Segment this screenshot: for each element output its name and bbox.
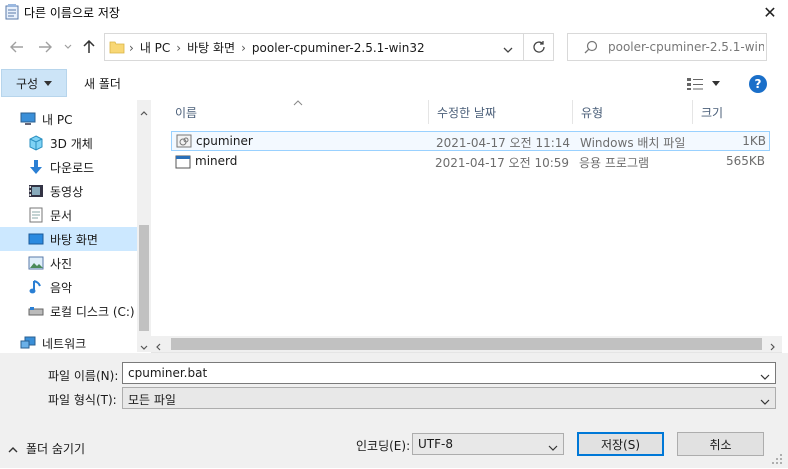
hide-folders-label: 폴더 숨기기 [26, 442, 86, 456]
network-icon [20, 335, 36, 351]
forward-arrow-icon[interactable] [36, 35, 54, 59]
breadcrumb-pc[interactable]: 내 PC [140, 39, 170, 56]
application-icon [175, 155, 191, 172]
cube-icon [28, 135, 44, 151]
sidebar-item-network[interactable]: 네트워크 [0, 331, 137, 355]
chevron-up-icon [8, 442, 18, 456]
column-header-name[interactable]: 이름 [167, 100, 429, 124]
encoding-label: 인코딩(E): [356, 439, 411, 453]
column-header-type[interactable]: 유형 [573, 100, 693, 124]
scrollbar-thumb[interactable] [171, 338, 762, 350]
sidebar-item-music[interactable]: 음악 [0, 275, 137, 299]
sidebar-item-label: 바탕 화면 [50, 232, 98, 247]
breadcrumb-separator: › [241, 40, 246, 55]
cancel-button[interactable]: 취소 [677, 432, 764, 456]
recent-dropdown-icon[interactable] [62, 35, 74, 59]
search-box[interactable]: pooler-cpuminer-2.5.1-win... [567, 33, 767, 61]
download-icon [28, 159, 44, 175]
sidebar-item-label: 동영상 [50, 184, 84, 199]
file-date: 2021-04-17 오전 11:14 [436, 136, 571, 150]
help-icon[interactable]: ? [749, 75, 767, 93]
refresh-icon[interactable] [524, 33, 554, 61]
desktop-icon [28, 231, 44, 247]
chevron-down-icon[interactable] [548, 441, 558, 455]
sidebar-item-3d-objects[interactable]: 3D 개체 [0, 131, 137, 155]
address-dropdown-icon[interactable] [503, 43, 513, 57]
new-folder-button[interactable]: 새 폴더 [84, 75, 121, 92]
file-type: 응용 프로그램 [579, 156, 650, 170]
sidebar-item-label: 다운로드 [50, 160, 95, 175]
sidebar-item-desktop[interactable]: 바탕 화면 [0, 227, 137, 251]
sidebar-scrollbar[interactable] [137, 100, 151, 352]
drive-icon [28, 303, 44, 319]
organize-label: 구성 [15, 76, 39, 91]
column-header-date[interactable]: 수정한 날짜 [429, 100, 573, 124]
file-list: 이름 수정한 날짜 유형 크기 cpuminer 2021-04-17 오전 1… [151, 100, 782, 352]
organize-button[interactable]: 구성 [1, 69, 67, 97]
sidebar-item-label: 네트워크 [42, 336, 87, 351]
close-icon[interactable]: ✕ [752, 0, 788, 24]
sidebar-item-downloads[interactable]: 다운로드 [0, 155, 137, 179]
chevron-down-icon [44, 76, 53, 90]
sidebar-item-label: 내 PC [42, 112, 73, 127]
notepad-icon [5, 4, 19, 20]
sidebar-item-pictures[interactable]: 사진 [0, 251, 137, 275]
chevron-down-icon[interactable] [760, 395, 770, 409]
breadcrumb-current-folder[interactable]: pooler-cpuminer-2.5.1-win32 [252, 41, 425, 55]
scrollbar-thumb[interactable] [139, 225, 149, 331]
batch-file-icon [176, 134, 192, 151]
breadcrumb-separator: › [176, 40, 182, 55]
filename-label: 파일 이름(N): [48, 369, 119, 383]
encoding-select[interactable]: UTF-8 [412, 433, 564, 455]
breadcrumb-desktop[interactable]: 바탕 화면 [187, 39, 235, 56]
table-row[interactable]: minerd 2021-04-17 오전 10:59 응용 프로그램 565KB [171, 152, 770, 172]
file-date: 2021-04-17 오전 10:59 [435, 156, 570, 170]
picture-icon [28, 255, 44, 271]
address-bar[interactable]: › 내 PC › 바탕 화면 › pooler-cpuminer-2.5.1-w… [104, 33, 524, 61]
filetype-label: 파일 형식(T): [48, 393, 117, 407]
sidebar-item-local-disk[interactable]: 로컬 디스크 (C:) [0, 299, 137, 323]
chevron-down-icon[interactable] [760, 370, 770, 384]
sidebar-item-label: 음악 [50, 280, 73, 295]
file-size: 1KB [742, 134, 766, 148]
view-options-icon[interactable] [686, 76, 722, 92]
video-icon [28, 183, 44, 199]
sidebar-item-label: 로컬 디스크 (C:) [50, 304, 135, 319]
folder-icon [109, 39, 125, 55]
title-bar: 다른 이름으로 저장 ✕ [0, 0, 788, 24]
up-arrow-icon[interactable] [80, 35, 98, 59]
sidebar-item-this-pc[interactable]: 내 PC [0, 107, 137, 131]
encoding-value: UTF-8 [418, 437, 453, 451]
horizontal-scrollbar[interactable] [151, 336, 782, 352]
music-icon [28, 279, 44, 295]
filetype-select[interactable]: 모든 파일 [122, 387, 776, 409]
pc-icon [20, 111, 36, 127]
breadcrumb-separator: › [129, 40, 134, 55]
sidebar-item-videos[interactable]: 동영상 [0, 179, 137, 203]
window-title: 다른 이름으로 저장 [24, 6, 120, 20]
back-arrow-icon[interactable] [8, 35, 26, 59]
table-row[interactable]: cpuminer 2021-04-17 오전 11:14 Windows 배치 … [171, 131, 770, 151]
filename-field[interactable]: cpuminer.bat [122, 362, 776, 384]
search-icon [584, 40, 598, 57]
column-header-size[interactable]: 크기 [693, 100, 773, 124]
filetype-value: 모든 파일 [128, 393, 176, 407]
sidebar-item-label: 3D 개체 [50, 136, 93, 151]
file-type: Windows 배치 파일 [580, 136, 686, 150]
hide-folders-toggle[interactable]: 폴더 숨기기 [8, 440, 85, 457]
scroll-down-icon[interactable] [140, 340, 148, 354]
navigation-pane: 내 PC 3D 개체 다운로드 동영상 문서 바탕 화면 사진 음악 로컬 디스… [0, 100, 137, 352]
sidebar-item-documents[interactable]: 문서 [0, 203, 137, 227]
scroll-up-icon[interactable] [140, 105, 148, 119]
save-button[interactable]: 저장(S) [577, 432, 664, 456]
search-input[interactable]: pooler-cpuminer-2.5.1-win... [608, 40, 764, 54]
file-name: cpuminer [196, 134, 253, 148]
document-icon [28, 207, 44, 223]
sidebar-item-label: 문서 [50, 208, 73, 223]
file-size: 565KB [725, 154, 765, 168]
file-name: minerd [195, 154, 238, 168]
resize-grip-icon[interactable] [770, 452, 784, 469]
filename-input[interactable]: cpuminer.bat [128, 366, 207, 380]
sidebar-item-label: 사진 [50, 256, 73, 271]
